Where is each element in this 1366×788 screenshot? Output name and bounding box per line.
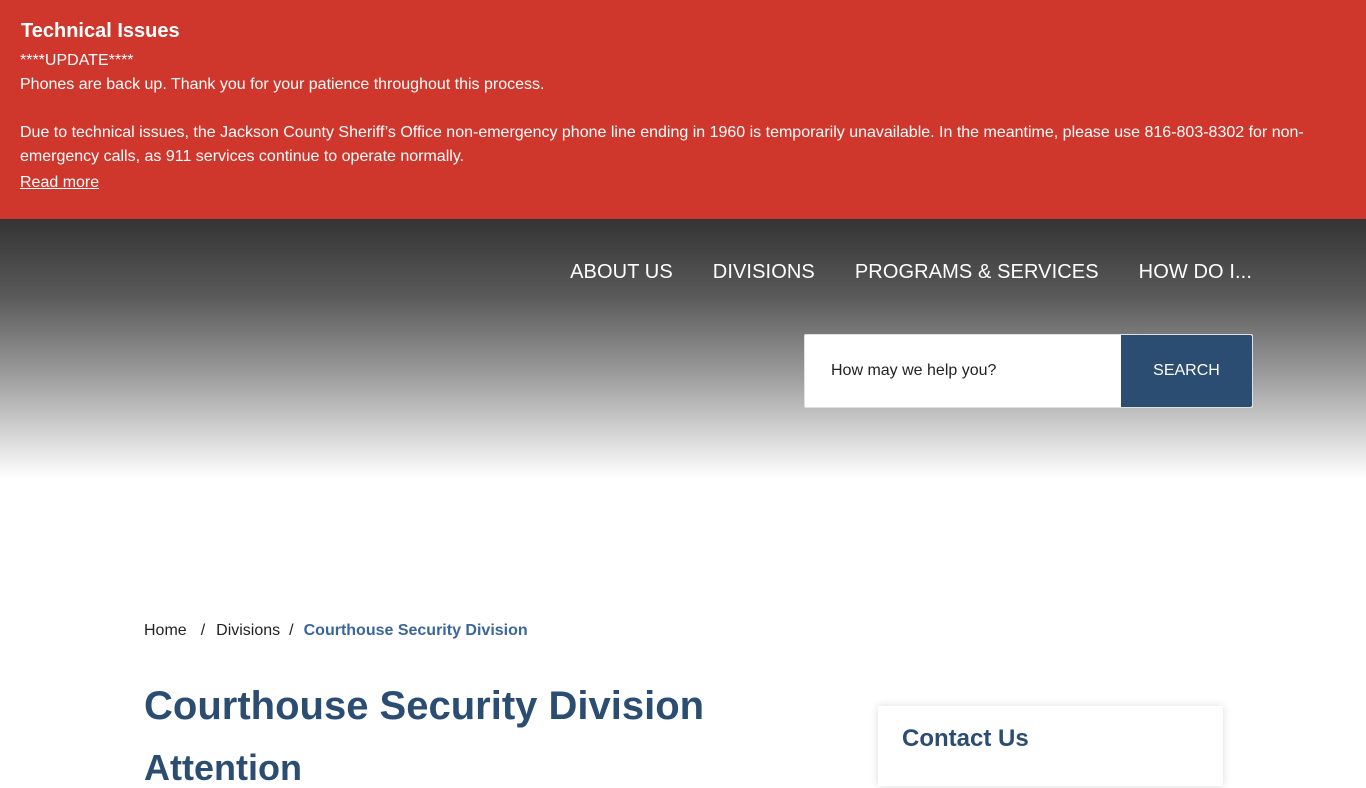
search-button[interactable]: SEARCH: [1121, 335, 1252, 407]
breadcrumb-home[interactable]: Home: [144, 622, 187, 640]
breadcrumb: Home / Divisions / Courthouse Security D…: [144, 622, 528, 640]
read-more-link[interactable]: Read more: [20, 174, 99, 192]
nav-item-programs-services[interactable]: PROGRAMS & SERVICES: [855, 261, 1099, 284]
alert-update: ****UPDATE****: [20, 52, 134, 69]
main-nav: ABOUT US DIVISIONS PROGRAMS & SERVICES H…: [570, 261, 1252, 284]
search-input[interactable]: [805, 335, 1121, 407]
alert-phones-back: Phones are back up. Thank you for your p…: [20, 76, 545, 93]
page-title: Courthouse Security Division: [144, 684, 705, 728]
contact-title: Contact Us: [902, 725, 1029, 752]
alert-detail-line-2: emergency calls, as 911 services continu…: [20, 148, 465, 165]
nav-item-about-us[interactable]: ABOUT US: [570, 261, 673, 284]
alert-title: Technical Issues: [21, 20, 180, 42]
contact-card: Contact Us: [878, 706, 1223, 786]
section-heading-attention: Attention: [144, 747, 302, 788]
breadcrumb-current: Courthouse Security Division: [303, 622, 528, 639]
breadcrumb-separator: /: [200, 622, 206, 639]
alert-banner: Technical Issues ****UPDATE**** Phones a…: [0, 0, 1366, 219]
alert-detail-line-1: Due to technical issues, the Jackson Cou…: [20, 124, 1304, 141]
breadcrumb-separator: /: [289, 622, 294, 639]
search-box: SEARCH: [804, 334, 1253, 408]
alert-spacer: [20, 97, 1346, 121]
nav-item-divisions[interactable]: DIVISIONS: [713, 261, 815, 284]
breadcrumb-divisions[interactable]: Divisions: [216, 622, 280, 640]
site-header: ABOUT US DIVISIONS PROGRAMS & SERVICES H…: [0, 219, 1366, 479]
nav-item-how-do-i[interactable]: HOW DO I...: [1139, 261, 1252, 284]
